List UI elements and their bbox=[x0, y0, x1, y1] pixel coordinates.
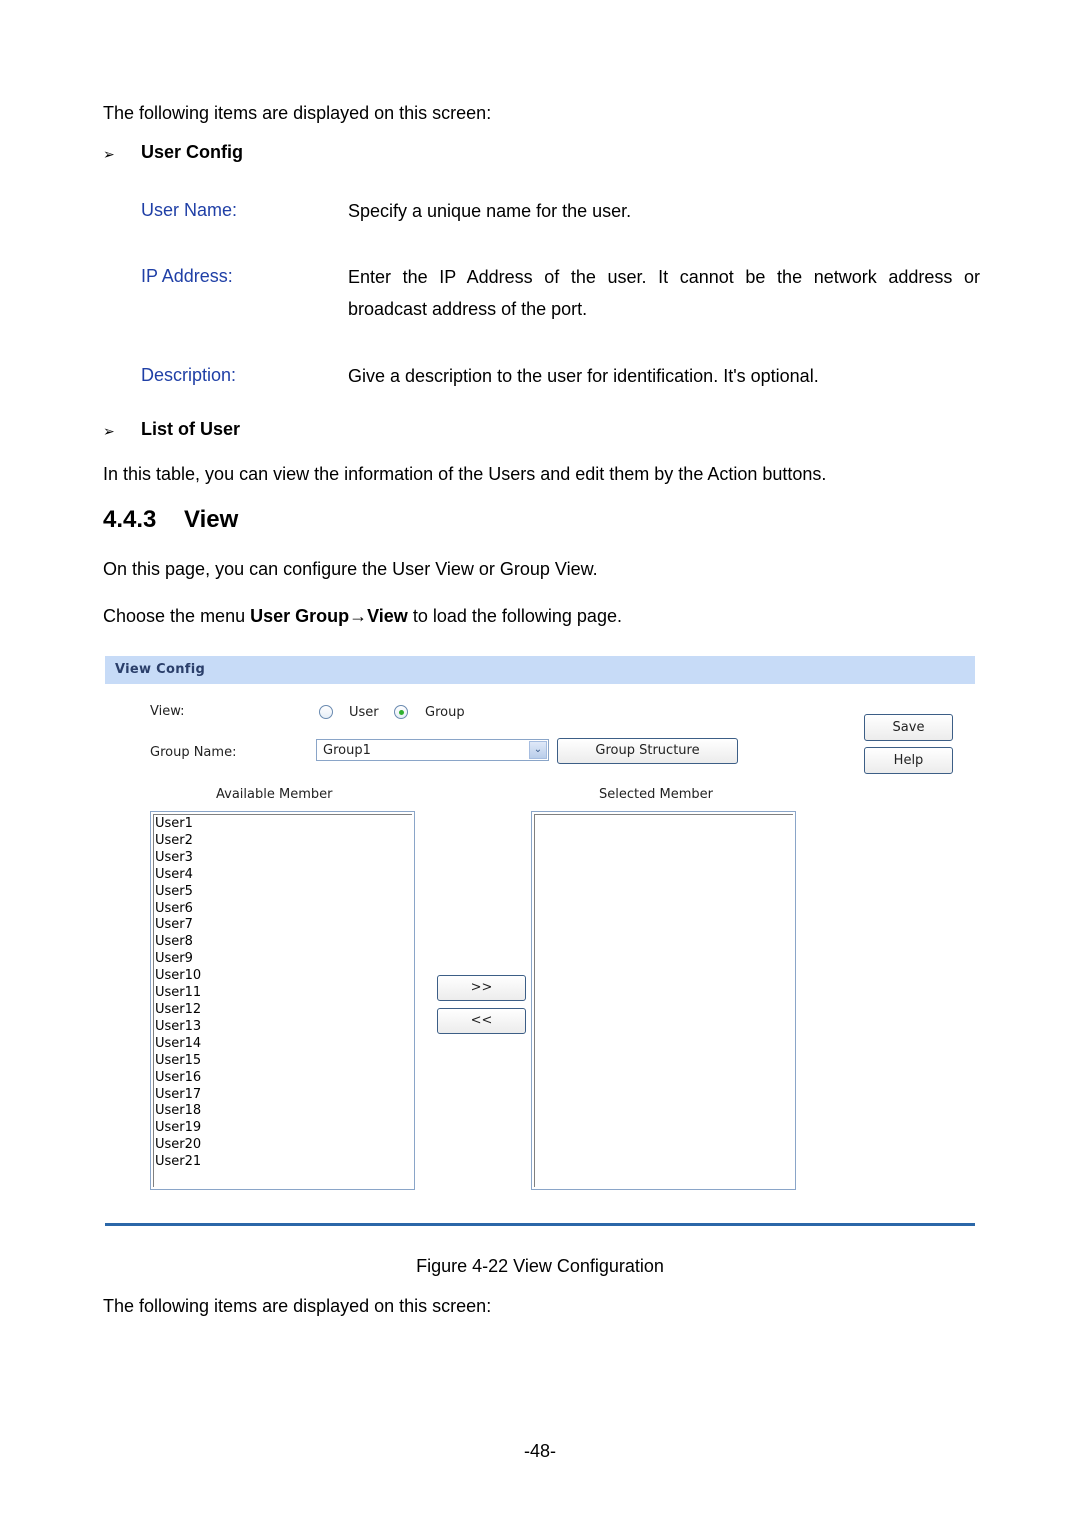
menu-prefix: Choose the menu bbox=[103, 606, 251, 626]
menu-instruction: Choose the menu User Group→View to load … bbox=[103, 605, 622, 627]
section-title: View bbox=[184, 506, 239, 533]
list-item[interactable]: User14 bbox=[155, 1036, 201, 1053]
group-name-value: Group1 bbox=[323, 743, 371, 758]
save-button[interactable]: Save bbox=[864, 714, 953, 741]
remove-member-button[interactable]: << bbox=[437, 1008, 526, 1034]
list-item[interactable]: User11 bbox=[155, 985, 201, 1002]
panel-header: View Config bbox=[105, 656, 975, 684]
available-member-items: User1 User2 User3 User4 User5 User6 User7 User8… bbox=[155, 816, 201, 1171]
list-item[interactable]: User18 bbox=[155, 1103, 201, 1120]
bullet-icon: ➢ bbox=[103, 423, 115, 439]
page-number: -48- bbox=[523, 1441, 556, 1461]
list-item[interactable]: User21 bbox=[155, 1154, 201, 1171]
section-number: 4.4.3 bbox=[103, 506, 157, 533]
list-item[interactable]: User16 bbox=[155, 1070, 201, 1087]
list-item[interactable]: User9 bbox=[155, 951, 201, 968]
figure-divider bbox=[105, 1223, 975, 1226]
list-item[interactable]: User1 bbox=[155, 816, 201, 833]
list-item[interactable]: User5 bbox=[155, 884, 201, 901]
radio-user[interactable] bbox=[319, 705, 333, 719]
term-ip-address: IP Address: bbox=[141, 266, 233, 286]
view-label: View: bbox=[150, 704, 185, 719]
user-config-heading: User Config bbox=[141, 142, 244, 162]
radio-group[interactable] bbox=[394, 705, 408, 719]
menu-suffix: to load the following page. bbox=[407, 606, 622, 626]
list-item[interactable]: User13 bbox=[155, 1019, 201, 1036]
list-item[interactable]: User6 bbox=[155, 901, 201, 918]
add-member-button[interactable]: >> bbox=[437, 975, 526, 1001]
selected-member-title: Selected Member bbox=[599, 787, 713, 802]
section-desc: On this page, you can configure the User… bbox=[103, 559, 598, 579]
panel-title: View Config bbox=[115, 662, 206, 677]
list-item[interactable]: User2 bbox=[155, 833, 201, 850]
term-description: Description: bbox=[141, 365, 237, 385]
list-of-user-heading: List of User bbox=[141, 419, 241, 439]
help-button[interactable]: Help bbox=[864, 747, 953, 774]
menu-path: User Group→View bbox=[250, 606, 408, 626]
list-item[interactable]: User4 bbox=[155, 867, 201, 884]
term-user-name: User Name: bbox=[141, 200, 238, 220]
list-item[interactable]: User10 bbox=[155, 968, 201, 985]
outro-text: The following items are displayed on thi… bbox=[103, 1296, 492, 1316]
desc-ip-address-line1: Enter the IP Address of the user. It can… bbox=[348, 267, 980, 287]
desc-user-name: Specify a unique name for the user. bbox=[348, 201, 632, 221]
available-member-list[interactable]: User1 User2 User3 User4 User5 User6 User7 User8… bbox=[150, 811, 415, 1190]
intro-text: The following items are displayed on thi… bbox=[103, 103, 492, 123]
list-item[interactable]: User15 bbox=[155, 1053, 201, 1070]
list-item[interactable]: User19 bbox=[155, 1120, 201, 1137]
desc-description: Give a description to the user for ident… bbox=[348, 366, 819, 386]
radio-group-label: Group bbox=[425, 705, 465, 720]
group-structure-button[interactable]: Group Structure bbox=[557, 738, 738, 764]
group-name-select[interactable]: Group1 ⌄ bbox=[316, 739, 549, 761]
list-item[interactable]: User8 bbox=[155, 934, 201, 951]
list-item[interactable]: User3 bbox=[155, 850, 201, 867]
list-item[interactable]: User20 bbox=[155, 1137, 201, 1154]
chevron-down-icon[interactable]: ⌄ bbox=[529, 741, 547, 759]
available-member-title: Available Member bbox=[216, 787, 333, 802]
radio-user-label: User bbox=[349, 705, 379, 720]
selected-member-list[interactable] bbox=[531, 811, 796, 1190]
desc-ip-address-line2: broadcast address of the port. bbox=[348, 299, 588, 319]
list-item[interactable]: User17 bbox=[155, 1087, 201, 1104]
list-of-user-desc: In this table, you can view the informat… bbox=[103, 464, 827, 484]
figure-caption: Figure 4-22 View Configuration bbox=[416, 1256, 664, 1276]
bullet-icon: ➢ bbox=[103, 146, 115, 162]
group-name-label: Group Name: bbox=[150, 745, 237, 760]
list-item[interactable]: User12 bbox=[155, 1002, 201, 1019]
list-item[interactable]: User7 bbox=[155, 917, 201, 934]
